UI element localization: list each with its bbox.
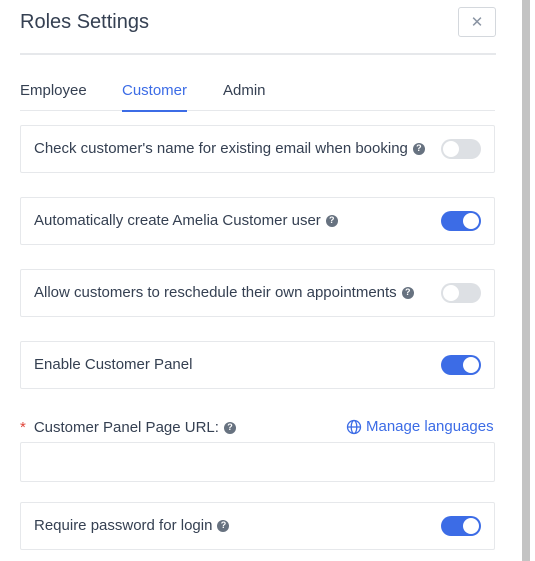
toggle-check-customer-name[interactable] <box>441 139 481 159</box>
field-label-text: Customer Panel Page URL: <box>33 419 219 436</box>
customer-panel-url-label: * Customer Panel Page URL: ? <box>20 419 236 436</box>
setting-enable-customer-panel: Enable Customer Panel <box>20 341 495 389</box>
toggle-enable-customer-panel[interactable] <box>441 355 481 375</box>
setting-label: Allow customers to reschedule their own … <box>34 284 397 301</box>
manage-languages-label: Manage languages <box>366 418 494 435</box>
toggle-knob <box>443 141 459 157</box>
close-icon: ✕ <box>470 14 484 31</box>
toggle-knob <box>463 213 479 229</box>
toggle-require-password[interactable] <box>441 516 481 536</box>
tab-customer[interactable]: Customer <box>122 82 188 112</box>
toggle-allow-reschedule[interactable] <box>441 283 481 303</box>
roles-settings-panel: Roles Settings ✕ Employee Customer Admin… <box>0 0 521 561</box>
tab-employee[interactable]: Employee <box>20 82 87 111</box>
setting-label: Automatically create Amelia Customer use… <box>34 212 321 229</box>
help-icon[interactable]: ? <box>401 286 414 299</box>
required-marker: * <box>20 419 26 436</box>
page-title: Roles Settings <box>20 11 149 33</box>
manage-languages-link[interactable]: Manage languages <box>346 418 494 435</box>
setting-label: Enable Customer Panel <box>34 356 193 373</box>
setting-label: Require password for login <box>34 517 213 534</box>
tab-bar: Employee Customer Admin <box>20 82 495 112</box>
header-divider <box>20 53 496 55</box>
customer-panel-url-input[interactable] <box>20 442 495 482</box>
setting-label: Check customer's name for existing email… <box>34 140 408 157</box>
setting-require-password: Require password for login ? <box>20 502 495 550</box>
toggle-auto-create-customer[interactable] <box>441 211 481 231</box>
globe-icon <box>346 419 362 434</box>
close-button[interactable]: ✕ <box>458 7 496 37</box>
setting-auto-create-customer: Automatically create Amelia Customer use… <box>20 197 495 245</box>
setting-check-customer-name: Check customer's name for existing email… <box>20 125 495 173</box>
help-icon[interactable]: ? <box>412 142 425 155</box>
toggle-knob <box>463 357 479 373</box>
scrollbar-thumb[interactable] <box>522 0 530 561</box>
toggle-knob <box>463 518 479 534</box>
setting-allow-reschedule: Allow customers to reschedule their own … <box>20 269 495 317</box>
help-icon[interactable]: ? <box>217 519 230 532</box>
help-icon[interactable]: ? <box>325 214 338 227</box>
help-icon[interactable]: ? <box>223 421 236 434</box>
tab-admin[interactable]: Admin <box>223 82 266 111</box>
toggle-knob <box>443 285 459 301</box>
